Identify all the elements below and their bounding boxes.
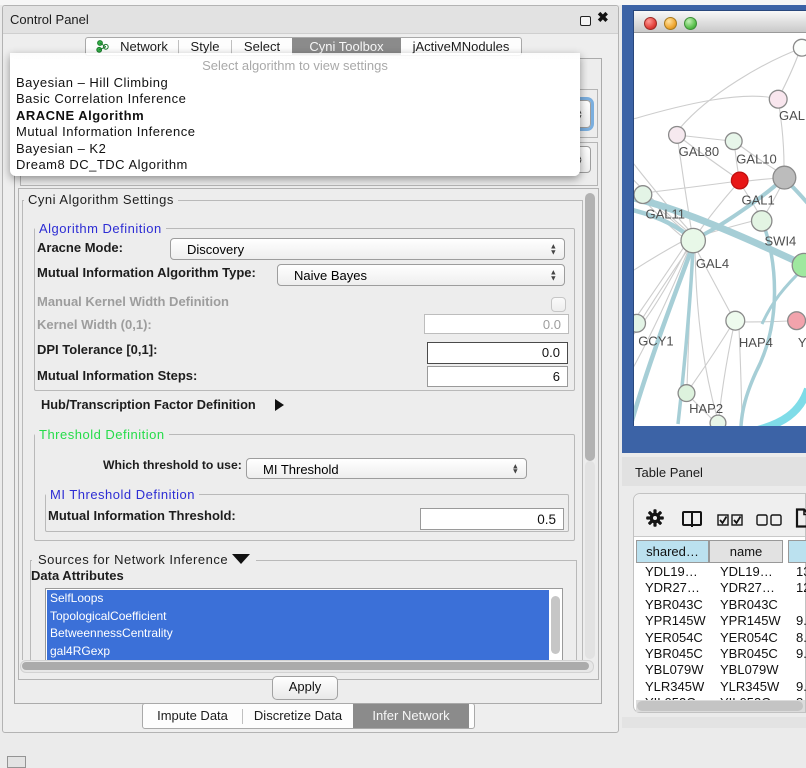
svg-text:GAL4: GAL4 [696,256,729,271]
svg-text:GAL1: GAL1 [742,193,775,208]
svg-text:GAL10: GAL10 [736,152,776,167]
svg-text:HAP2: HAP2 [689,401,723,416]
svg-text:GAL: GAL [779,108,805,123]
svg-text:GAL11: GAL11 [646,207,686,222]
svg-text:HAP4: HAP4 [739,335,773,350]
svg-text:GAL80: GAL80 [679,144,719,159]
svg-text:Y: Y [798,335,806,350]
svg-text:GCY1: GCY1 [638,334,673,349]
svg-text:SWI4: SWI4 [765,234,797,249]
